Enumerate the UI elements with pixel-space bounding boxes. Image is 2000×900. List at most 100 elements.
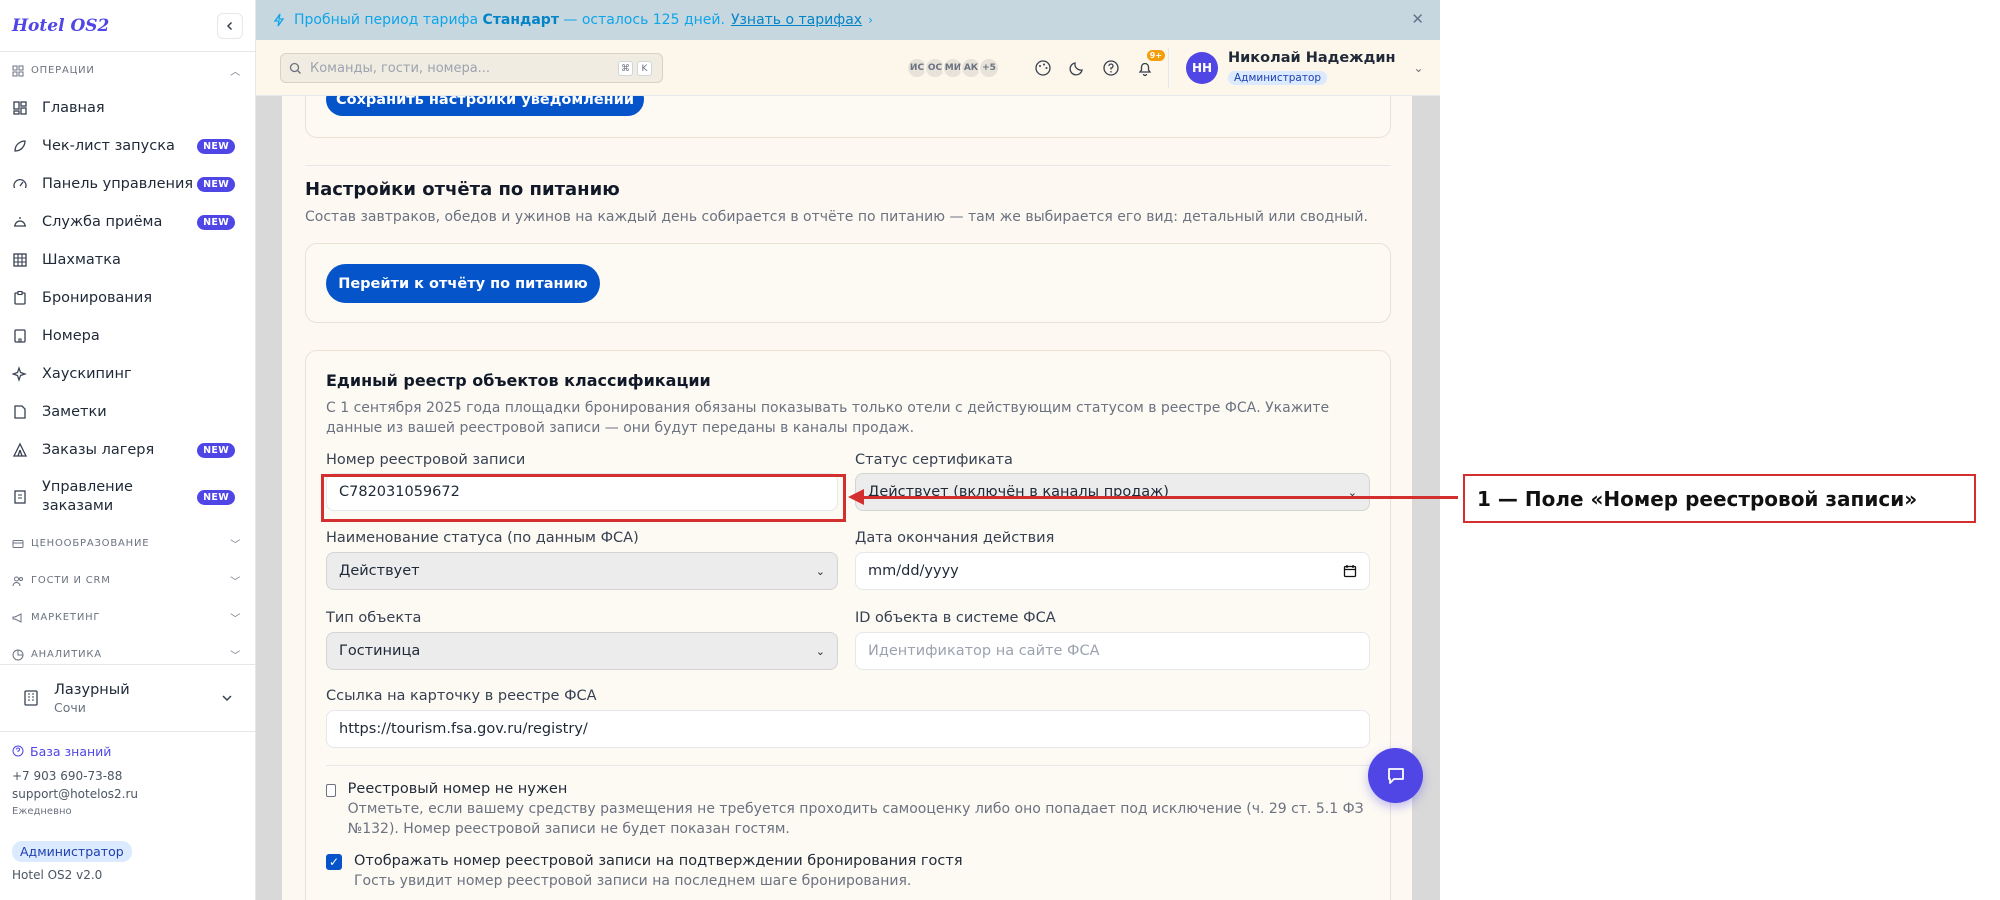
sidebar-item-label: Панель управления	[42, 175, 194, 192]
section-divider	[305, 165, 1391, 166]
object-type-select[interactable]: Гостиница ⌄	[326, 632, 838, 670]
status-name-value: Действует	[339, 563, 420, 579]
app-window: Hotel OS2 ОПЕРАЦИИ ︿ Главная Чек-лист за…	[0, 0, 1440, 900]
nav-group-label: АНАЛИТИКА	[31, 649, 102, 660]
sidebar-item-launch-checklist[interactable]: Чек-лист запуска NEW	[0, 127, 255, 165]
chevron-down-icon	[222, 695, 232, 702]
sidebar-item-label: Бронирования	[42, 289, 153, 306]
brand-logo[interactable]: Hotel OS2	[12, 16, 109, 36]
notifications-bell-icon[interactable]: 9+	[1133, 50, 1165, 80]
support-phone[interactable]: +7 903 690-73-88	[12, 767, 243, 785]
go-to-meal-report-button[interactable]: Перейти к отчёту по питанию	[326, 264, 600, 303]
expiry-date-input[interactable]: mm/dd/yyyy	[855, 552, 1370, 590]
fsa-id-input[interactable]: Идентификатор на сайте ФСА	[855, 632, 1370, 670]
meal-report-description: Состав завтраков, обедов и ужинов на каж…	[305, 209, 1368, 225]
sidebar-item-housekeeping[interactable]: Хаускипинг	[0, 355, 255, 393]
pricing-link[interactable]: Узнать о тарифах	[731, 12, 862, 28]
nav-group-label: ГОСТИ И CRM	[31, 575, 111, 586]
chat-fab-button[interactable]	[1368, 748, 1423, 803]
palette-icon[interactable]	[1031, 56, 1055, 80]
sidebar-item-label: Хаускипинг	[42, 365, 132, 382]
fields-divider	[326, 765, 1370, 766]
certificate-status-select[interactable]: Действует (включён в каналы продаж) ⌄	[855, 473, 1370, 511]
nav-group-analytics[interactable]: АНАЛИТИКА ﹀	[0, 636, 255, 664]
sidebar: Hotel OS2 ОПЕРАЦИИ ︿ Главная Чек-лист за…	[0, 0, 256, 900]
calendar-icon	[1343, 565, 1357, 578]
sidebar-item-label: Чек-лист запуска	[42, 137, 175, 154]
user-name: Николай Надеждин	[1228, 50, 1396, 66]
sidebar-item-home[interactable]: Главная	[0, 89, 255, 127]
card-link-label: Ссылка на карточку в реестре ФСА	[326, 688, 597, 704]
knowledge-base-link[interactable]: База знаний	[12, 741, 243, 761]
no-registry-number-title: Реестровый номер не нужен	[347, 781, 568, 797]
presence-avatars[interactable]: ИС ОС МИ АК +5	[906, 57, 1000, 79]
support-email[interactable]: support@hotelos2.ru	[12, 785, 243, 803]
registry-title: Единый реестр объектов классификации	[326, 371, 711, 390]
registry-description: С 1 сентября 2025 года площадки брониров…	[326, 400, 1330, 436]
show-registry-number-option[interactable]: ✓ Отображать номер реестровой записи на …	[326, 853, 1366, 891]
card-link-value: https://tourism.fsa.gov.ru/registry/	[339, 721, 588, 737]
chevron-down-icon: ⌄	[815, 644, 825, 658]
help-icon[interactable]	[1099, 56, 1123, 80]
megaphone-icon	[12, 612, 22, 623]
bell-concierge-icon	[12, 214, 28, 230]
sidebar-nav: ОПЕРАЦИИ ︿ Главная Чек-лист запуска NEW …	[0, 52, 255, 664]
sidebar-item-camp-orders[interactable]: Заказы лагеря NEW	[0, 431, 255, 469]
hotel-switcher[interactable]: Лазурный Сочи	[0, 664, 255, 732]
nav-group-marketing[interactable]: МАРКЕТИНГ ﹀	[0, 599, 255, 636]
collapse-sidebar-button[interactable]	[217, 12, 243, 39]
chevron-down-icon: ⌄	[815, 564, 825, 578]
nav-group-label: ЦЕНООБРАЗОВАНИЕ	[31, 538, 150, 549]
rocket-icon	[12, 138, 28, 154]
save-notifications-button[interactable]: Сохранить настройки уведомлений	[326, 96, 644, 116]
show-registry-number-checkbox[interactable]: ✓	[326, 854, 342, 870]
dashboard-icon	[12, 100, 28, 116]
new-badge: NEW	[197, 138, 235, 154]
annotation-arrow	[862, 496, 1458, 499]
presence-more: +5	[978, 57, 1000, 79]
sidebar-item-front-desk[interactable]: Служба приёма NEW	[0, 203, 255, 241]
record-number-label: Номер реестровой записи	[326, 452, 526, 468]
sidebar-item-rooms[interactable]: Номера	[0, 317, 255, 355]
annotation-arrowhead	[848, 489, 864, 505]
sidebar-item-label: Номера	[42, 327, 100, 344]
moon-icon[interactable]	[1065, 56, 1089, 80]
object-type-label: Тип объекта	[326, 610, 422, 626]
new-badge: NEW	[197, 442, 235, 458]
nav-group-pricing[interactable]: ЦЕНООБРАЗОВАНИЕ ﹀	[0, 525, 255, 562]
notifications-count: 9+	[1146, 50, 1165, 61]
sidebar-item-notes[interactable]: Заметки	[0, 393, 255, 431]
notifications-card: Сохранить настройки уведомлений	[305, 96, 1391, 138]
certificate-status-label: Статус сертификата	[855, 452, 1013, 468]
no-registry-number-description: Отметьте, если вашему средству размещени…	[347, 801, 1364, 837]
nav-group-operations[interactable]: ОПЕРАЦИИ ︿	[0, 52, 255, 89]
sidebar-item-order-management[interactable]: Управление заказами NEW	[0, 469, 255, 525]
user-role-badge: Администратор	[1228, 71, 1328, 85]
hotel-name: Лазурный	[54, 681, 130, 698]
pie-chart-icon	[12, 649, 24, 660]
avatar: НН	[1186, 51, 1218, 84]
expiry-date-label: Дата окончания действия	[855, 530, 1055, 546]
no-registry-number-checkbox[interactable]	[326, 784, 336, 797]
nav-group-guests-crm[interactable]: ГОСТИ И CRM ﹀	[0, 562, 255, 599]
user-menu[interactable]: НН Николай Надеждин Администратор ⌄	[1186, 50, 1424, 85]
sidebar-footer: База знаний +7 903 690-73-88 support@hot…	[0, 733, 255, 890]
sidebar-item-bookings[interactable]: Бронирования	[0, 279, 255, 317]
tent-icon	[12, 442, 28, 458]
sidebar-item-room-chart[interactable]: Шахматка	[0, 241, 255, 279]
status-name-select[interactable]: Действует ⌄	[326, 552, 838, 590]
registry-card: Единый реестр объектов классификации С 1…	[305, 350, 1391, 900]
no-registry-number-option[interactable]: Реестровый номер не нужен Отметьте, если…	[326, 781, 1366, 839]
shortcut-key-cmd: ⌘	[618, 61, 633, 76]
command-search-input[interactable]: Команды, гости, номера... ⌘ K	[280, 53, 663, 83]
sidebar-item-label: Шахматка	[42, 251, 121, 268]
nav-group-label: ОПЕРАЦИИ	[31, 65, 95, 76]
lightning-icon	[273, 13, 285, 27]
close-banner-icon[interactable]: ✕	[1411, 10, 1424, 28]
table-grid-icon	[12, 252, 28, 268]
card-link-input[interactable]: https://tourism.fsa.gov.ru/registry/	[326, 710, 1370, 748]
trial-plan: Стандарт	[482, 12, 559, 28]
support-hours: Ежедневно	[12, 806, 72, 817]
show-registry-number-title: Отображать номер реестровой записи на по…	[354, 853, 963, 869]
sidebar-item-control-panel[interactable]: Панель управления NEW	[0, 165, 255, 203]
